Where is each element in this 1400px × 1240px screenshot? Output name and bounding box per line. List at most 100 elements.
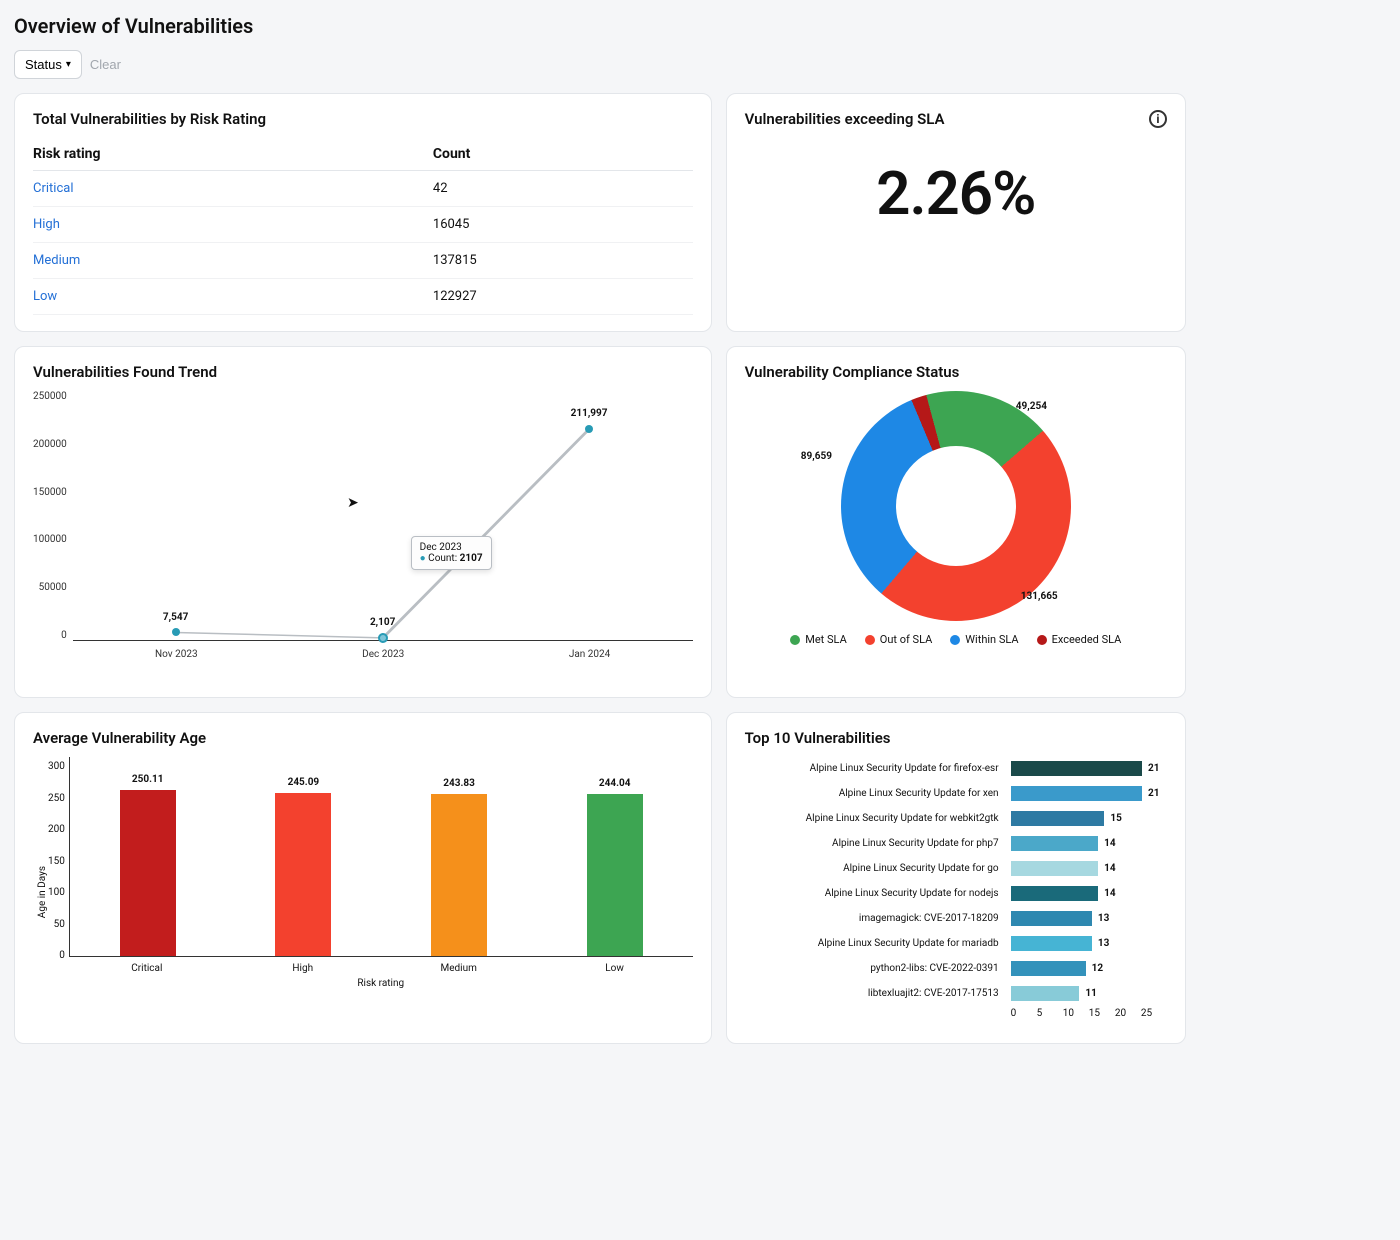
hbar-category-label: Alpine Linux Security Update for nodejs [745, 888, 1005, 899]
hbar-value-label: 21 [1148, 761, 1159, 776]
chart-plot-area[interactable]: 250.11 245.09 243.83 244.04 [69, 757, 693, 957]
hbar-fill[interactable] [1011, 886, 1099, 901]
status-filter-label: Status [25, 57, 62, 72]
hbar-category-label: Alpine Linux Security Update for mariadb [745, 938, 1005, 949]
donut-slice-label: 89,659 [801, 451, 832, 462]
bar-value-label: 245.09 [275, 777, 331, 788]
hbar-row: libtexluajit2: CVE-2017-17513 11 [745, 982, 1167, 1004]
risk-rating-table: Risk rating Count Critical42High16045Med… [33, 138, 693, 315]
legend-item[interactable]: Out of SLA [865, 633, 933, 646]
risk-count-cell: 122927 [433, 279, 693, 315]
donut-slice-label: 131,665 [1021, 591, 1058, 602]
bar[interactable]: 250.11 [120, 790, 176, 956]
hbar-fill[interactable] [1011, 811, 1105, 826]
hbar-value-label: 21 [1148, 786, 1159, 801]
hbar-value-label: 12 [1092, 961, 1103, 976]
hbar-value-label: 14 [1104, 836, 1115, 851]
avg-age-bar-chart[interactable]: Age in Days 300250200150100500 250.11245… [33, 757, 693, 1027]
card-title: Vulnerability Compliance Status [745, 363, 1167, 381]
table-row: Medium 137815 [33, 243, 693, 279]
bar[interactable]: 243.83 [431, 794, 487, 956]
bar[interactable]: 244.04 [587, 794, 643, 956]
hbar-category-label: libtexluajit2: CVE-2017-17513 [745, 988, 1005, 999]
chevron-down-icon: ▾ [66, 59, 71, 70]
card-title: Vulnerabilities Found Trend [33, 363, 693, 381]
avg-age-card: Average Vulnerability Age Age in Days 30… [14, 712, 712, 1044]
chart-plot-area[interactable]: 7,5472,107211,997Dec 2023● Count: 2107 [73, 391, 693, 641]
hbar-fill[interactable] [1011, 986, 1080, 1001]
trend-card: Vulnerabilities Found Trend 250000200000… [14, 346, 712, 698]
risk-rating-link[interactable]: Low [33, 289, 57, 304]
legend-swatch [865, 635, 875, 645]
hbar-category-label: python2-libs: CVE-2022-0391 [745, 963, 1005, 974]
legend-item[interactable]: Met SLA [790, 633, 847, 646]
top10-hbar-chart[interactable]: Alpine Linux Security Update for firefox… [745, 757, 1167, 1004]
data-point[interactable] [172, 628, 180, 636]
top10-card: Top 10 Vulnerabilities Alpine Linux Secu… [726, 712, 1186, 1044]
risk-rating-link[interactable]: High [33, 217, 60, 232]
risk-count-cell: 16045 [433, 207, 693, 243]
table-row: Low 122927 [33, 279, 693, 315]
card-title: Total Vulnerabilities by Risk Rating [33, 110, 693, 128]
chart-tooltip: Dec 2023● Count: 2107 [411, 536, 492, 570]
bar-value-label: 243.83 [431, 778, 487, 789]
col-header-count: Count [433, 138, 693, 171]
card-title: Top 10 Vulnerabilities [745, 729, 1167, 747]
data-point[interactable] [585, 425, 593, 433]
risk-rating-link[interactable]: Critical [33, 181, 73, 196]
hbar-fill[interactable] [1011, 961, 1086, 976]
donut-slice-label: 49,254 [1016, 401, 1047, 412]
legend-swatch [790, 635, 800, 645]
hbar-row: Alpine Linux Security Update for webkit2… [745, 807, 1167, 829]
hbar-category-label: Alpine Linux Security Update for firefox… [745, 763, 1005, 774]
hbar-value-label: 14 [1104, 861, 1115, 876]
legend-label: Met SLA [805, 633, 847, 646]
hbar-fill[interactable] [1011, 936, 1092, 951]
status-filter-button[interactable]: Status ▾ [14, 50, 82, 79]
risk-count-cell: 137815 [433, 243, 693, 279]
legend-swatch [950, 635, 960, 645]
col-header-risk: Risk rating [33, 138, 433, 171]
data-label: 211,997 [571, 408, 608, 419]
hbar-row: imagemagick: CVE-2017-1820913 [745, 907, 1167, 929]
risk-rating-card: Total Vulnerabilities by Risk Rating Ris… [14, 93, 712, 332]
hbar-fill[interactable] [1011, 761, 1142, 776]
hbar-category-label: Alpine Linux Security Update for php7 [745, 838, 1005, 849]
hbar-fill[interactable] [1011, 911, 1092, 926]
hbar-value-label: 15 [1110, 811, 1121, 826]
trend-line-chart[interactable]: 250000200000150000100000500000 7,5472,10… [33, 391, 693, 681]
data-label: 2,107 [370, 617, 395, 628]
legend-label: Out of SLA [880, 633, 933, 646]
sla-title-text: Vulnerabilities exceeding SLA [745, 110, 945, 128]
table-row: Critical 42 [33, 171, 693, 207]
hbar-value-label: 11 [1085, 986, 1096, 1001]
hbar-row: python2-libs: CVE-2022-0391 12 [745, 957, 1167, 979]
legend-swatch [1037, 635, 1047, 645]
hbar-value-label: 14 [1104, 886, 1115, 901]
risk-rating-link[interactable]: Medium [33, 253, 80, 268]
data-point[interactable] [378, 633, 388, 643]
hbar-fill[interactable] [1011, 836, 1099, 851]
x-axis: CriticalHighMediumLow [69, 963, 693, 974]
hbar-value-label: 13 [1098, 936, 1109, 951]
clear-filters-button[interactable]: Clear [90, 57, 121, 72]
legend-item[interactable]: Within SLA [950, 633, 1018, 646]
legend-item[interactable]: Exceeded SLA [1037, 633, 1122, 646]
sla-exceed-card: Vulnerabilities exceeding SLA i 2.26% [726, 93, 1186, 332]
hbar-category-label: Alpine Linux Security Update for webkit2… [745, 813, 1005, 824]
info-icon[interactable]: i [1149, 110, 1167, 128]
hbar-fill[interactable] [1011, 786, 1142, 801]
y-axis: 300250200150100500 [48, 761, 69, 961]
x-axis: Nov 2023Dec 2023Jan 2024 [73, 649, 693, 660]
bar[interactable]: 245.09 [275, 793, 331, 956]
bar-value-label: 250.11 [120, 774, 176, 785]
risk-count-cell: 42 [433, 171, 693, 207]
compliance-donut-chart[interactable] [841, 391, 1071, 621]
y-axis: 250000200000150000100000500000 [33, 391, 73, 641]
hbar-value-label: 13 [1098, 911, 1109, 926]
legend-label: Within SLA [965, 633, 1018, 646]
hbar-fill[interactable] [1011, 861, 1099, 876]
card-title: Average Vulnerability Age [33, 729, 693, 747]
x-axis-title: Risk rating [69, 978, 693, 989]
legend-label: Exceeded SLA [1052, 633, 1122, 646]
